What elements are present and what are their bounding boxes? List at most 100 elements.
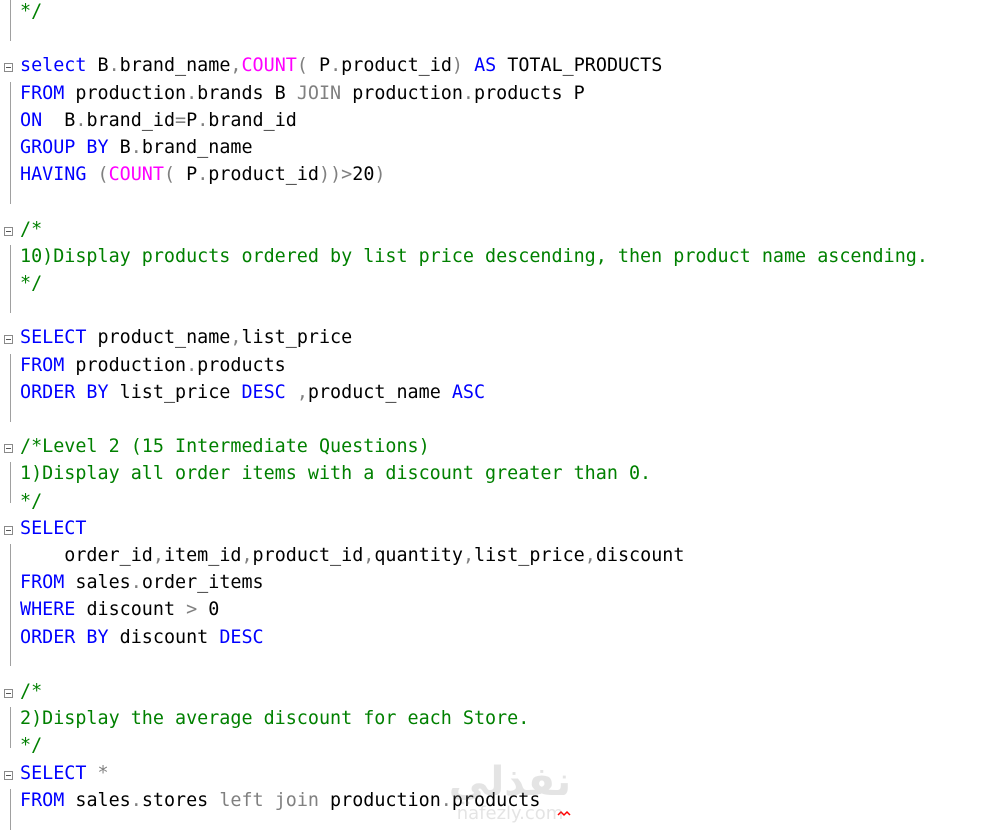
code-line[interactable]: 2)Display the average discount for each …: [20, 707, 529, 731]
code-token: products: [451, 789, 541, 811]
code-token: FROM: [20, 354, 65, 376]
code-token: 20: [352, 164, 375, 186]
code-line[interactable]: /*Level 2 (15 Intermediate Questions): [20, 435, 430, 459]
code-line[interactable]: GROUP BY B.brand_name: [20, 136, 253, 160]
code-line[interactable]: /*: [20, 680, 42, 704]
code-token: >: [186, 599, 198, 621]
code-token: ,: [230, 327, 242, 349]
code-token: list_price: [241, 327, 353, 349]
code-token: P: [175, 164, 198, 186]
code-token: P: [186, 109, 198, 131]
outline-margin: [0, 0, 18, 830]
code-token: production: [341, 82, 463, 104]
code-token: left join: [219, 789, 319, 811]
code-token: COUNT: [108, 164, 164, 186]
code-token: .: [330, 55, 342, 77]
collapse-toggle-icon[interactable]: [4, 525, 13, 535]
code-token: order_id: [20, 545, 153, 566]
code-token: FROM: [20, 789, 65, 811]
code-token: >: [341, 164, 353, 186]
code-token: FROM: [20, 572, 65, 594]
code-token: (: [86, 164, 109, 186]
code-line[interactable]: /*: [20, 218, 42, 242]
code-token: (: [163, 164, 176, 186]
code-token: 2)Display the average discount for each …: [20, 708, 530, 730]
code-token: production: [318, 789, 441, 811]
code-token: production: [64, 82, 187, 104]
code-token: B: [108, 137, 131, 158]
outline-rail: [10, 353, 11, 422]
code-token: .: [130, 789, 142, 811]
code-token: brand_name: [141, 137, 253, 158]
code-token: .: [75, 109, 87, 131]
code-token: ,: [230, 55, 242, 77]
code-token: .: [186, 82, 198, 104]
code-line[interactable]: WHERE discount > 0: [20, 598, 219, 622]
code-token: discount: [108, 626, 220, 648]
code-token: GROUP BY: [20, 137, 109, 158]
code-token: brands B: [197, 82, 297, 104]
collapse-toggle-icon[interactable]: [4, 689, 13, 698]
code-token: COUNT: [241, 55, 297, 77]
code-token: /*: [20, 218, 43, 240]
collapse-toggle-icon[interactable]: [4, 226, 13, 236]
code-line[interactable]: SELECT product_name,list_price: [20, 326, 352, 350]
sql-editor[interactable]: */ select B.brand_name,COUNT( P.product_i…: [0, 0, 994, 830]
code-line[interactable]: HAVING (COUNT( P.product_id))>20): [20, 163, 385, 187]
code-token: item_id: [163, 545, 242, 566]
code-token: .: [108, 55, 120, 77]
code-line[interactable]: order_id,item_id,product_id,quantity,lis…: [20, 544, 684, 568]
collapse-toggle-icon[interactable]: [4, 335, 13, 345]
code-token: */: [20, 1, 43, 22]
code-token: discount: [595, 545, 685, 566]
code-line[interactable]: ON B.brand_id=P.brand_id: [20, 109, 297, 133]
code-line[interactable]: 1)Display all order items with a discoun…: [20, 462, 651, 486]
code-line[interactable]: FROM sales.order_items: [20, 571, 264, 595]
code-line[interactable]: 10)Display products ordered by list pric…: [20, 245, 928, 269]
code-line[interactable]: FROM production.products: [20, 354, 286, 378]
code-token: SELECT: [20, 517, 87, 539]
code-token: 10)Display products ordered by list pric…: [20, 245, 928, 267]
collapse-toggle-icon[interactable]: [4, 444, 13, 454]
code-token: brand_name: [119, 55, 231, 77]
code-token: ,: [152, 545, 164, 566]
code-line[interactable]: FROM production.brands B JOIN production…: [20, 82, 585, 106]
code-token: ORDER BY: [20, 626, 109, 648]
code-token: AS: [474, 55, 497, 77]
code-line[interactable]: ORDER BY list_price DESC ,product_name A…: [20, 381, 485, 405]
code-token: SELECT: [20, 762, 87, 784]
code-token: .: [462, 82, 474, 104]
outline-rail: [10, 707, 11, 748]
code-token: sales: [64, 572, 131, 594]
code-token: /*: [20, 681, 43, 702]
code-token: 0: [197, 599, 220, 621]
code-token: /*Level 2 (15 Intermediate Questions): [20, 436, 430, 458]
code-line[interactable]: */: [20, 272, 42, 296]
code-token: product_name: [86, 327, 231, 349]
code-token: brand_id: [86, 109, 176, 131]
code-token: ,: [363, 545, 375, 566]
code-line[interactable]: ORDER BY discount DESC: [20, 626, 264, 650]
collapse-toggle-icon[interactable]: [4, 63, 13, 73]
code-token: product_id: [208, 164, 320, 186]
code-line[interactable]: */: [20, 490, 42, 514]
code-token: HAVING: [20, 164, 87, 186]
code-token: sales: [64, 789, 131, 811]
code-line[interactable]: */: [20, 0, 42, 24]
code-token: */: [20, 273, 43, 294]
code-token: DESC: [219, 626, 264, 648]
collapse-toggle-icon[interactable]: [4, 770, 13, 780]
outline-rail: [10, 462, 11, 504]
error-squiggle: [557, 810, 571, 817]
code-token: *: [86, 762, 109, 784]
code-line[interactable]: */: [20, 734, 42, 758]
code-line[interactable]: SELECT: [20, 517, 86, 541]
code-token: */: [20, 490, 43, 512]
code-line[interactable]: SELECT *: [20, 762, 109, 786]
code-line[interactable]: select B.brand_name,COUNT( P.product_id)…: [20, 54, 662, 78]
code-token: order_items: [141, 572, 264, 594]
code-token: stores: [141, 789, 220, 811]
code-line[interactable]: FROM sales.stores left join production.p…: [20, 789, 540, 813]
